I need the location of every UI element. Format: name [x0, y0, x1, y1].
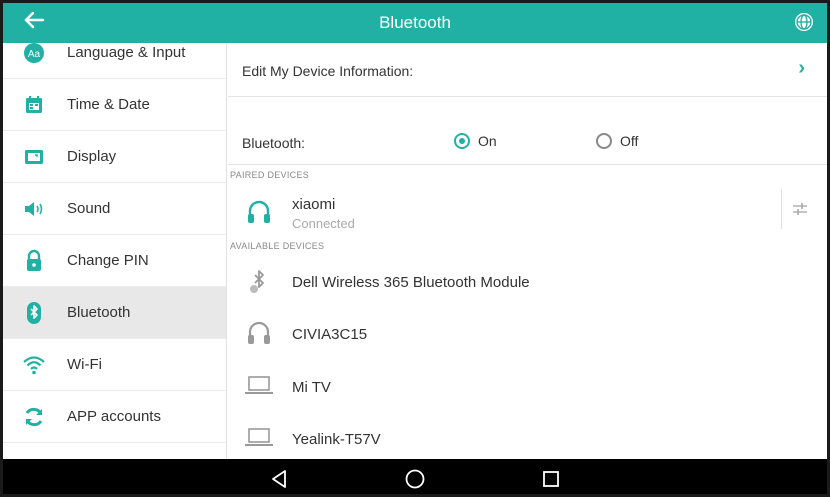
sidebar-item-label: Change PIN [67, 252, 149, 269]
display-icon [21, 144, 47, 170]
sidebar-item-display[interactable]: Display [3, 131, 226, 183]
globe-icon[interactable] [793, 11, 817, 35]
sidebar-item-label: Sound [67, 200, 111, 217]
settings-sidebar: Aa Language & Input Time & Date Display … [3, 43, 227, 459]
sidebar-item-bluetooth[interactable]: Bluetooth [3, 287, 226, 339]
radio-selected-icon [454, 133, 470, 149]
sidebar-item-language[interactable]: Aa Language & Input [3, 43, 226, 79]
chevron-right-icon[interactable]: › [798, 57, 805, 80]
available-device-yealink[interactable]: Yealink-T57V [228, 411, 827, 459]
calendar-icon [21, 92, 47, 118]
bluetooth-icon [21, 300, 47, 326]
sidebar-item-sound[interactable]: Sound [3, 183, 226, 235]
device-settings-button[interactable] [781, 189, 817, 229]
laptop-icon [244, 422, 274, 452]
bluetooth-settings-panel: Edit My Device Information: › Bluetooth:… [228, 43, 827, 459]
device-name: Mi TV [292, 379, 331, 396]
edit-device-row[interactable]: Edit My Device Information: › [228, 43, 827, 97]
headset-icon [244, 318, 274, 348]
navigation-bar [3, 459, 827, 494]
sidebar-item-label: Language & Input [67, 44, 186, 61]
device-name: Yealink-T57V [292, 431, 381, 448]
sidebar-item-label: APP accounts [67, 408, 161, 425]
sidebar-item-label: Display [67, 148, 117, 165]
available-devices-header: AVAILABLE DEVICES [230, 241, 325, 251]
sync-icon [21, 404, 47, 430]
laptop-icon [244, 370, 274, 400]
device-status: Connected [292, 216, 355, 231]
available-device-dell[interactable]: Dell Wireless 365 Bluetooth Module [228, 255, 827, 307]
bluetooth-off-radio[interactable]: Off [596, 133, 638, 149]
device-name: xiaomi [292, 196, 336, 213]
speaker-icon [21, 196, 47, 222]
sidebar-item-wifi[interactable]: Wi-Fi [3, 339, 226, 391]
bluetooth-toggle-label: Bluetooth: [242, 135, 306, 151]
page-title: Bluetooth [379, 13, 451, 32]
bluetooth-on-radio[interactable]: On [454, 133, 497, 149]
lock-icon [21, 248, 47, 274]
bluetooth-toggle-row: Bluetooth: On Off [228, 97, 827, 165]
sidebar-item-time-date[interactable]: Time & Date [3, 79, 226, 131]
available-device-mi-tv[interactable]: Mi TV [228, 359, 827, 411]
svg-text:Aa: Aa [28, 49, 41, 60]
paired-devices-header: PAIRED DEVICES [230, 170, 310, 180]
sidebar-item-app-accounts[interactable]: APP accounts [3, 391, 226, 443]
off-label: Off [620, 133, 639, 149]
language-icon: Aa [21, 43, 47, 66]
on-label: On [478, 133, 497, 149]
radio-unselected-icon [596, 133, 612, 149]
sidebar-item-change-pin[interactable]: Change PIN [3, 235, 226, 287]
nav-home-icon[interactable] [401, 466, 429, 492]
device-screen: Bluetooth Aa Language & Input Time & Dat… [0, 0, 830, 497]
sidebar-item-label: Time & Date [67, 96, 150, 113]
sidebar-item-label: Wi-Fi [67, 356, 102, 373]
device-name: CIVIA3C15 [292, 326, 368, 343]
nav-back-icon[interactable] [265, 466, 293, 492]
wifi-icon [21, 352, 47, 378]
title-bar: Bluetooth [3, 3, 827, 43]
paired-device-xiaomi[interactable]: xiaomi Connected [228, 183, 827, 239]
nav-recents-icon[interactable] [537, 466, 565, 492]
available-device-civia[interactable]: CIVIA3C15 [228, 307, 827, 359]
device-name: Dell Wireless 365 Bluetooth Module [292, 274, 530, 291]
sliders-icon [792, 203, 807, 215]
headset-icon [244, 197, 274, 227]
edit-device-label: Edit My Device Information: [242, 63, 414, 79]
sidebar-item-label: Bluetooth [67, 304, 131, 321]
bluetooth-device-icon [244, 266, 274, 296]
